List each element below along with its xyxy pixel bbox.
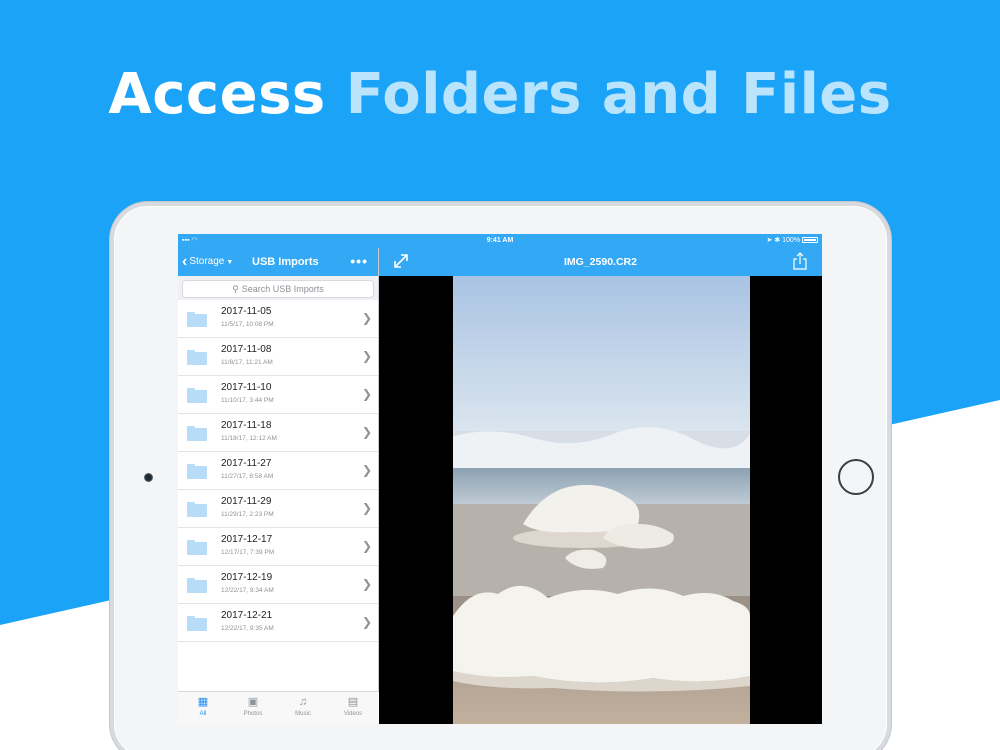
list-item[interactable]: 2017-12-19 12/22/17, 9:34 AM ❯ xyxy=(178,566,378,604)
search-icon: ⚲ xyxy=(232,284,239,294)
chevron-right-icon: ❯ xyxy=(361,577,372,591)
folder-name: 2017-12-19 xyxy=(221,572,273,583)
all-icon: ▦ xyxy=(197,696,209,708)
folder-date: 12/22/17, 9:34 AM xyxy=(221,587,274,594)
folder-date: 11/29/17, 2:23 PM xyxy=(221,511,274,518)
home-button[interactable] xyxy=(838,459,874,495)
search-bar: ⚲ Search USB Imports xyxy=(178,276,378,300)
folder-date: 11/27/17, 8:58 AM xyxy=(221,473,274,480)
location-icon: ➤ xyxy=(766,237,773,244)
ipad-screen: ▪▪▪ ◠ 9:41 AM ➤ ✱ 100% ‹ Storage ▼ USB Imp… xyxy=(178,234,822,724)
battery-icon xyxy=(802,237,818,243)
tab-label: Photos xyxy=(243,711,263,717)
headline-rest: Folders and Files xyxy=(345,62,892,127)
list-item[interactable]: 2017-11-27 11/27/17, 8:58 AM ❯ xyxy=(178,452,378,490)
beach-photo xyxy=(453,276,750,724)
list-item[interactable]: 2017-11-18 11/18/17, 12:12 AM ❯ xyxy=(178,414,378,452)
left-nav-bar: ‹ Storage ▼ USB Imports ••• xyxy=(178,248,378,276)
chevron-right-icon: ❯ xyxy=(361,349,372,363)
music-icon: ♫ xyxy=(298,696,308,708)
folder-title: USB Imports xyxy=(252,256,319,268)
list-item[interactable]: 2017-12-21 12/22/17, 9:35 AM ❯ xyxy=(178,604,378,642)
tab-music[interactable]: ♫ Music xyxy=(278,695,328,717)
photos-icon: ▣ xyxy=(247,696,259,708)
status-time: 9:41 AM xyxy=(486,237,514,244)
chevron-right-icon: ❯ xyxy=(361,463,372,477)
storage-back-button[interactable]: ‹ Storage ▼ xyxy=(182,248,233,276)
caret-down-icon: ▼ xyxy=(226,259,234,266)
tab-label: All xyxy=(199,711,207,717)
folder-icon xyxy=(187,350,207,365)
folder-icon xyxy=(187,312,207,327)
viewer-title: IMG_2590.CR2 xyxy=(564,256,637,268)
tab-videos[interactable]: ▤ Videos xyxy=(328,695,378,717)
folder-name: 2017-11-18 xyxy=(221,420,272,431)
folder-icon xyxy=(187,426,207,441)
tab-label: Videos xyxy=(343,711,363,717)
folder-name: 2017-11-29 xyxy=(221,496,272,507)
file-browser-pane: ‹ Storage ▼ USB Imports ••• ⚲ Search USB Im… xyxy=(178,248,379,724)
image-viewer-pane: IMG_2590.CR2 xyxy=(379,248,822,724)
folder-list: 2017-11-05 11/5/17, 10:08 PM ❯ 2017-11-0… xyxy=(178,300,378,642)
folder-name: 2017-11-27 xyxy=(221,458,272,469)
folder-icon xyxy=(187,502,207,517)
tab-photos[interactable]: ▣ Photos xyxy=(228,695,278,717)
list-item[interactable]: 2017-11-08 11/8/17, 11:21 AM ❯ xyxy=(178,338,378,376)
status-right: ➤ ✱ 100% xyxy=(766,234,818,248)
chevron-left-icon: ‹ xyxy=(182,253,188,270)
camera-icon xyxy=(144,473,153,482)
folder-date: 11/18/17, 12:12 AM xyxy=(221,435,277,442)
list-item[interactable]: 2017-11-29 11/29/17, 2:23 PM ❯ xyxy=(178,490,378,528)
viewer-nav-bar: IMG_2590.CR2 xyxy=(379,248,822,276)
folder-date: 12/17/17, 7:39 PM xyxy=(221,549,275,556)
ipad-device: ▪▪▪ ◠ 9:41 AM ➤ ✱ 100% ‹ Storage ▼ USB Imp… xyxy=(110,202,891,750)
chevron-right-icon: ❯ xyxy=(361,387,372,401)
more-options-button[interactable]: ••• xyxy=(350,248,368,274)
bluetooth-icon: ✱ xyxy=(774,237,781,244)
back-label: Storage xyxy=(189,256,225,267)
folder-name: 2017-11-05 xyxy=(221,306,272,317)
tab-bar: ▦ All ▣ Photos ♫ Music ▤ Videos xyxy=(178,691,379,724)
headline-word1: Access xyxy=(108,62,326,127)
chevron-right-icon: ❯ xyxy=(361,615,372,629)
search-input[interactable]: ⚲ Search USB Imports xyxy=(182,280,374,298)
folder-date: 12/22/17, 9:35 AM xyxy=(221,625,274,632)
videos-icon: ▤ xyxy=(347,696,359,708)
folder-date: 11/5/17, 10:08 PM xyxy=(221,321,274,328)
folder-icon xyxy=(187,540,207,555)
chevron-right-icon: ❯ xyxy=(361,501,372,515)
search-placeholder: Search USB Imports xyxy=(241,284,324,294)
folder-icon xyxy=(187,464,207,479)
tab-all[interactable]: ▦ All xyxy=(178,695,228,717)
headline: Access Folders and Files xyxy=(0,62,1000,127)
folder-name: 2017-11-10 xyxy=(221,382,272,393)
folder-icon xyxy=(187,616,207,631)
folder-icon xyxy=(187,578,207,593)
folder-name: 2017-11-08 xyxy=(221,344,272,355)
folder-icon xyxy=(187,388,207,403)
list-item[interactable]: 2017-11-05 11/5/17, 10:08 PM ❯ xyxy=(178,300,378,338)
folder-date: 11/10/17, 3:44 PM xyxy=(221,397,274,404)
share-icon[interactable] xyxy=(792,252,808,270)
folder-date: 11/8/17, 11:21 AM xyxy=(221,359,273,366)
list-item[interactable]: 2017-12-17 12/17/17, 7:39 PM ❯ xyxy=(178,528,378,566)
folder-name: 2017-12-21 xyxy=(221,610,273,621)
chevron-right-icon: ❯ xyxy=(361,425,372,439)
tab-label: Music xyxy=(295,711,311,717)
status-bar: ▪▪▪ ◠ 9:41 AM ➤ ✱ 100% xyxy=(178,234,822,248)
chevron-right-icon: ❯ xyxy=(361,311,372,325)
list-item[interactable]: 2017-11-10 11/10/17, 3:44 PM ❯ xyxy=(178,376,378,414)
battery-percent: 100% xyxy=(782,237,801,244)
folder-name: 2017-12-17 xyxy=(221,534,273,545)
chevron-right-icon: ❯ xyxy=(361,539,372,553)
